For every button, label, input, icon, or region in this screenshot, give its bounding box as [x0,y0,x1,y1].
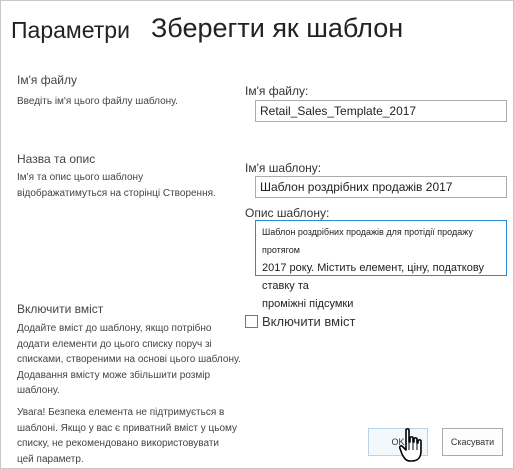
section-heading-file-name: Ім'я файлу [17,73,77,87]
description-line: Ім'я та опис цього шаблону [17,172,144,183]
section-description-name-description: Ім'я та опис цього шаблону відображатиму… [17,170,216,201]
textarea-line: проміжні підсумки [262,298,354,310]
breadcrumb-parent[interactable]: Параметри [11,17,130,44]
description-line: додати елементи до цього списку поруч зі [17,338,212,350]
section-heading-include-content: Включити вміст [17,302,104,316]
section-heading-name-description: Назва та опис [17,152,96,166]
template-name-label: Ім'я шаблону: [245,161,322,175]
description-line: шаблону. [17,385,60,396]
template-name-input[interactable]: Шаблон роздрібних продажів 2017 [255,176,507,198]
template-description-textarea[interactable]: Шаблон роздрібних продажів для протідії … [255,220,507,310]
warning-line: цей параметр. [17,453,84,465]
warning-text: Увага! Безпека елемента не підтримується… [17,405,237,467]
template-description-label: Опис шаблону: [245,206,330,220]
include-content-checkbox[interactable] [245,315,258,328]
description-line: списками, створеними на основі цього шаб… [17,354,241,365]
file-name-input[interactable]: Retail_Sales_Template_2017 [255,100,507,122]
hand-pointer-icon [399,428,422,462]
page-title: Зберегти як шаблон [151,13,404,43]
include-content-option[interactable]: Включити вміст [245,314,355,329]
textarea-line: Шаблон роздрібних продажів для протідії … [262,227,473,255]
dialog-frame: Параметри Зберегти як шаблон Ім'я файлу … [0,0,514,469]
section-description-file-name: Введіть ім'я цього файлу шаблону. [17,96,178,107]
description-line: Додайте вміст до шаблону, якщо потрібно [17,323,212,334]
warning-line: шаблоні. Якщо у вас є приватний вміст у … [17,422,237,434]
include-content-label[interactable]: Включити вміст [262,314,355,329]
description-line: відображатимуться на сторінці Створення. [17,187,216,199]
textarea-line: 2017 року. Містить елемент, ціну, податк… [262,262,484,292]
cancel-button[interactable]: Скасувати [442,428,503,456]
warning-line: Увага! Безпека елемента не підтримується… [17,407,225,418]
description-line: Додавання вмісту може збільшити розмір [17,369,211,381]
warning-line: списку, не рекомендовано використовувати [17,438,219,449]
file-name-label: Ім'я файлу: [245,84,309,98]
section-description-include-content: Додайте вміст до шаблону, якщо потрібно … [17,321,241,399]
